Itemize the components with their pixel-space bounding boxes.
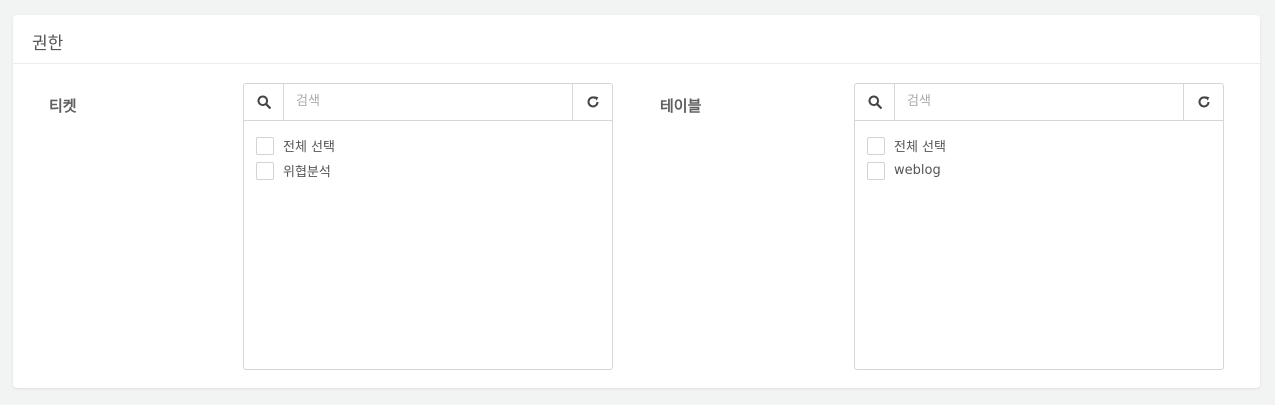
table-label: 테이블: [660, 97, 702, 115]
list-item-label: 전체 선택: [283, 140, 335, 155]
list-item-select-all[interactable]: 전체 선택: [867, 133, 1223, 158]
list-item-label: 전체 선택: [894, 140, 946, 155]
table-search-row: [855, 84, 1223, 121]
refresh-icon: [1197, 95, 1211, 109]
ticket-label: 티켓: [49, 97, 77, 115]
table-refresh-button[interactable]: [1183, 84, 1223, 120]
search-icon: [868, 95, 882, 109]
list-item-select-all[interactable]: 전체 선택: [256, 133, 612, 158]
checkbox[interactable]: [867, 136, 885, 155]
table-search-input[interactable]: [895, 84, 1183, 118]
ticket-list: 전체 선택 위협분석: [244, 121, 612, 183]
ticket-search-button[interactable]: [244, 84, 284, 120]
checkbox[interactable]: [256, 136, 274, 155]
checkbox[interactable]: [867, 161, 885, 180]
search-icon: [257, 95, 271, 109]
permissions-panel: 권한 티켓 전체 선택 위협분석: [13, 15, 1260, 388]
table-list: 전체 선택 weblog: [855, 121, 1223, 183]
ticket-selector: 전체 선택 위협분석: [243, 83, 613, 370]
list-item-label: weblog: [894, 163, 941, 178]
list-item-label: 위협분석: [283, 165, 331, 180]
ticket-search-row: [244, 84, 612, 121]
list-item[interactable]: 위협분석: [256, 158, 612, 183]
ticket-search-input[interactable]: [284, 84, 572, 118]
list-item[interactable]: weblog: [867, 158, 1223, 183]
ticket-refresh-button[interactable]: [572, 84, 612, 120]
panel-title: 권한: [13, 15, 1260, 64]
checkbox[interactable]: [256, 161, 274, 180]
table-search-button[interactable]: [855, 84, 895, 120]
refresh-icon: [586, 95, 600, 109]
table-selector: 전체 선택 weblog: [854, 83, 1224, 370]
